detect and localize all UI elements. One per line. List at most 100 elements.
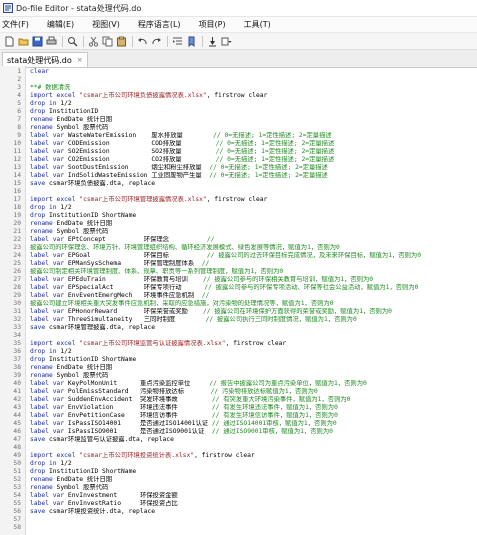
code-line[interactable]: label var EPEduTrain 环保教育与培训 // 披露公司参与的环… [30,276,477,284]
undo-icon[interactable] [136,35,148,47]
code-line[interactable]: rename Symbol 股票代码 [30,228,477,236]
code-line[interactable]: rename EndDate 统计日期 [30,116,477,124]
line-number: 31 [13,308,21,315]
redo-icon[interactable] [150,35,162,47]
code-token: label var [30,404,68,411]
paste-icon[interactable] [115,35,127,47]
code-token: // 污染物排放达标赋值为1，否则为0 [210,388,318,395]
code-editor[interactable]: 1 2 3 4 5 6 7 8 9 10 11 12 13 14 15 16 17 18 19 20 21 22 23 24 2… [0,66,477,535]
code-line[interactable]: label var EnvEventEmergMech 环境事件应急机制 // [30,292,477,300]
code-line[interactable]: label var ThreeSimultaneity 三同时制度 // 披露公… [30,316,477,324]
code-line[interactable]: label var IsPassISO9001 是否通过ISO9001认证 //… [30,428,477,436]
menu-tools[interactable]: 工具(T) [244,19,271,30]
code-line[interactable] [30,76,477,84]
print-icon[interactable] [45,35,57,47]
code-line[interactable]: drop in 1/2 [30,204,477,212]
menu-project[interactable]: 项目(P) [199,19,226,30]
code-line[interactable]: rename Symbol 股票代码 [30,124,477,132]
code-line[interactable]: 披露公司制定相关环境管理制度、体系、规章、职责等一系列管理制度，赋值为1，否则为… [30,268,477,276]
code-line[interactable]: rename Symbol 股票代码 [30,484,477,492]
code-line[interactable]: drop InstitutionID ShortName [30,212,477,220]
code-token: import excel [30,452,80,459]
code-line[interactable]: label var SootDustEmission 烟尘和粉尘排放量 // 0… [30,164,477,172]
code-line[interactable]: drop InstitutionID ShortName [30,468,477,476]
code-token: IndSolidWasteEmission 工业固废物产生量 [67,172,210,179]
code-line[interactable]: label var EnvPetitionCase 环境信访事件 // 有发生环… [30,412,477,420]
code-token: label var [30,412,68,419]
code-line[interactable]: rename EndDate 统计日期 [30,220,477,228]
code-token: rename [30,124,57,131]
line-number: 22 [13,236,21,243]
menu-view[interactable]: 视图(V) [92,19,120,30]
menu-file[interactable]: 文件(F) [2,19,29,30]
line-number: 32 [13,316,21,323]
code-line[interactable]: import excel "csmar上市公司环境监管与认证披露情况表.xlsx… [30,340,477,348]
find-icon[interactable] [66,35,78,47]
code-line[interactable]: **# 数据清洗 [30,84,477,92]
code-token: import excel [30,92,80,99]
code-line[interactable]: label var IndSolidWasteEmission 工业固废物产生量… [30,172,477,180]
code-line[interactable] [30,524,477,532]
code-area[interactable]: clear **# 数据清洗 import excel "csmar上市公司环境负债… [26,66,477,535]
code-line[interactable]: save csmar环境管理披露.dta, replace [30,324,477,332]
code-line[interactable]: label var EnvViolation 环境违法事件 // 有发生环境违法… [30,404,477,412]
code-line[interactable]: label var PolEmissStandard 污染物排放达标 // 污染… [30,388,477,396]
code-line[interactable]: drop in 1/2 [30,100,477,108]
close-icon[interactable]: × [77,56,83,64]
code-line[interactable] [30,332,477,340]
tab-stata-do-file[interactable]: stata处理代码.do × [2,52,88,67]
code-line[interactable] [30,188,477,196]
code-line[interactable]: label var EPHonorReward 环保荣誉或奖励 // 披露公司在… [30,308,477,316]
menu-edit[interactable]: 编辑(E) [47,19,74,30]
code-line[interactable] [30,444,477,452]
code-line[interactable]: drop InstitutionID ShortName [30,356,477,364]
code-line[interactable]: save csmar环境投资统计.dta, replace [30,508,477,516]
open-folder-icon[interactable] [17,35,29,47]
code-line[interactable]: label var IsPassISO14001 是否通过ISO14001认证 … [30,420,477,428]
code-line[interactable]: label var EPManSysSchema 环保管理制度体系 // [30,260,477,268]
bookmark-icon[interactable] [185,35,197,47]
code-line[interactable]: save csmar环境负债披露.dta, replace [30,180,477,188]
code-line[interactable]: import excel "csmar上市公司环境投资统计表.xlsx", fi… [30,452,477,460]
code-line[interactable]: rename EndDate 统计日期 [30,476,477,484]
code-line[interactable]: label var EPGoal 环保目标 // 披露公司的过去环保目标完成情况… [30,252,477,260]
code-line[interactable]: label var EPSpecialAct 环保专项行动 // 披露公司参与的… [30,284,477,292]
code-line[interactable] [30,516,477,524]
code-line[interactable]: label var WasteWaterEmission 废水排放量 // 0=… [30,132,477,140]
new-file-icon[interactable] [3,35,15,47]
code-line[interactable]: rename Symbol 股票代码 [30,372,477,380]
code-line[interactable]: 披露公司建立环境相关重大突发事件应急机制，采取的应急措施，对污染物的处理情况等，… [30,300,477,308]
code-line[interactable]: import excel "csmar上市公司环境管理披露情况表.xlsx", … [30,196,477,204]
code-line[interactable]: label var SuddenEnvAccident 突发环境事故 // 有突… [30,396,477,404]
code-line[interactable]: 披露公司的环保理念、环境方针、环境管理组织结构、循环经济发展模式、绿色发展等情况… [30,244,477,252]
cut-icon[interactable] [87,35,99,47]
code-line[interactable]: label var CODEmission COD排放量 // 0=无描述; 1… [30,140,477,148]
code-line[interactable]: rename EndDate 统计日期 [30,364,477,372]
code-line[interactable]: label var SO2Emission SO2排放量 // 0=无描述; 1… [30,148,477,156]
title-bar: Do-file Editor - stata处理代码.do [0,0,477,17]
code-line[interactable]: label var KeyPolMonUnit 重点污染监控单位 // 报告中披… [30,380,477,388]
code-line[interactable]: clear [30,68,477,76]
code-line[interactable]: save csmar环境监管与认证披露.dta, replace [30,436,477,444]
code-line[interactable]: label var EnvInvestment 环保投资金额 [30,492,477,500]
code-line[interactable]: label var EPtConcept 环保理念 // [30,236,477,244]
save-icon[interactable] [31,35,43,47]
code-token: IsPassISO9001 是否通过ISO9001认证 [67,428,212,435]
code-line[interactable]: drop in 1/2 [30,348,477,356]
line-number: 45 [13,420,21,427]
code-line[interactable]: import excel "csmar上市公司环境负债披露情况表.xlsx", … [30,92,477,100]
run-icon[interactable] [206,35,218,47]
menu-language[interactable]: 程序语言(L) [138,19,181,30]
code-line[interactable]: label var CO2Emission CO2排放量 // 0=无描述; 1… [30,156,477,164]
code-token: // 0=无描述; 1=定性描述; 2=定量描述 [209,164,328,171]
line-number: 3 [17,84,21,91]
code-line[interactable]: drop in 1/2 [30,460,477,468]
code-line[interactable]: drop InstitutionID [30,108,477,116]
show-dropdown-icon[interactable] [220,35,232,47]
code-token: rename [30,372,57,379]
line-number: 27 [13,276,21,283]
copy-icon[interactable] [101,35,113,47]
code-line[interactable]: label var EnvInvestRatio 环保投资占比 [30,500,477,508]
indent-icon[interactable] [171,35,183,47]
code-token: label var [30,148,68,155]
